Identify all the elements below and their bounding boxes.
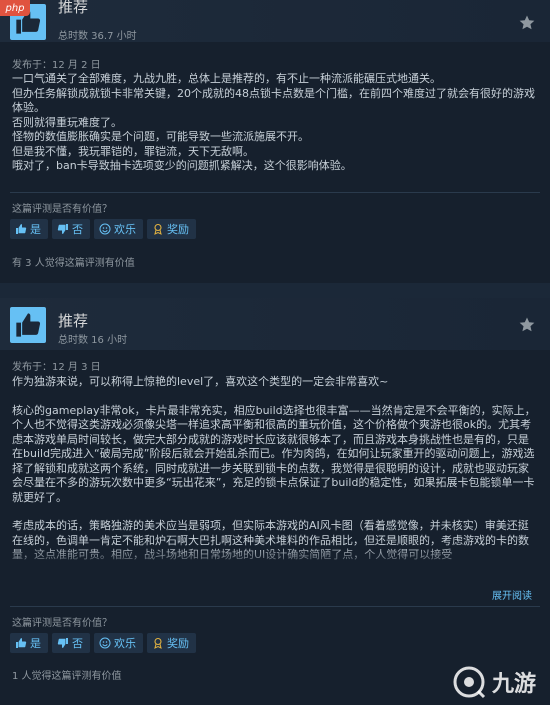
award-label: 奖励 [167,637,189,650]
vote-yes-button[interactable]: 是 [10,633,48,653]
review-posted-date: 发布于：12 月 3 日 [12,362,101,373]
found-helpful-count: 1 人觉得这篇评测有价值 [12,671,122,682]
review-body: 作为独游来说，可以称得上惊艳的level了，喜欢这个类型的一定会非常喜欢~ 核心… [12,375,536,571]
expand-review-link[interactable]: 展开阅读 [492,587,532,602]
review-paragraph: 作为独游来说，可以称得上惊艳的level了，喜欢这个类型的一定会非常喜欢~ [12,375,389,388]
vote-no-label: 否 [72,637,83,650]
smiley-icon [99,637,111,649]
thumbs-down-icon [57,637,69,649]
award-button[interactable]: 奖励 [147,633,196,653]
award-ribbon-icon [152,637,164,649]
review-body-layer: 发布于：12 月 3 日 作为独游来说，可以称得上惊艳的level了，喜欢这个类… [0,0,550,705]
vote-no-button[interactable]: 否 [52,633,90,653]
php-watermark-badge: php [0,0,30,16]
helpful-question: 这篇评测是否有价值？ [12,618,112,629]
divider [10,606,540,607]
review-paragraph: 核心的gameplay非常ok，卡片最非常充实，相应build选择也很丰富——当… [12,403,536,504]
thumbs-up-icon [15,637,27,649]
vote-funny-label: 欢乐 [114,637,136,650]
vote-yes-label: 是 [30,637,41,650]
vote-buttons: 是 否 欢乐 奖励 [10,633,196,653]
vote-funny-button[interactable]: 欢乐 [94,633,143,653]
watermark-brand: 九游 [491,672,536,697]
watermark-logo-icon [452,665,486,699]
text-fade-overlay [0,545,550,573]
site-watermark: 九游 [452,665,536,699]
